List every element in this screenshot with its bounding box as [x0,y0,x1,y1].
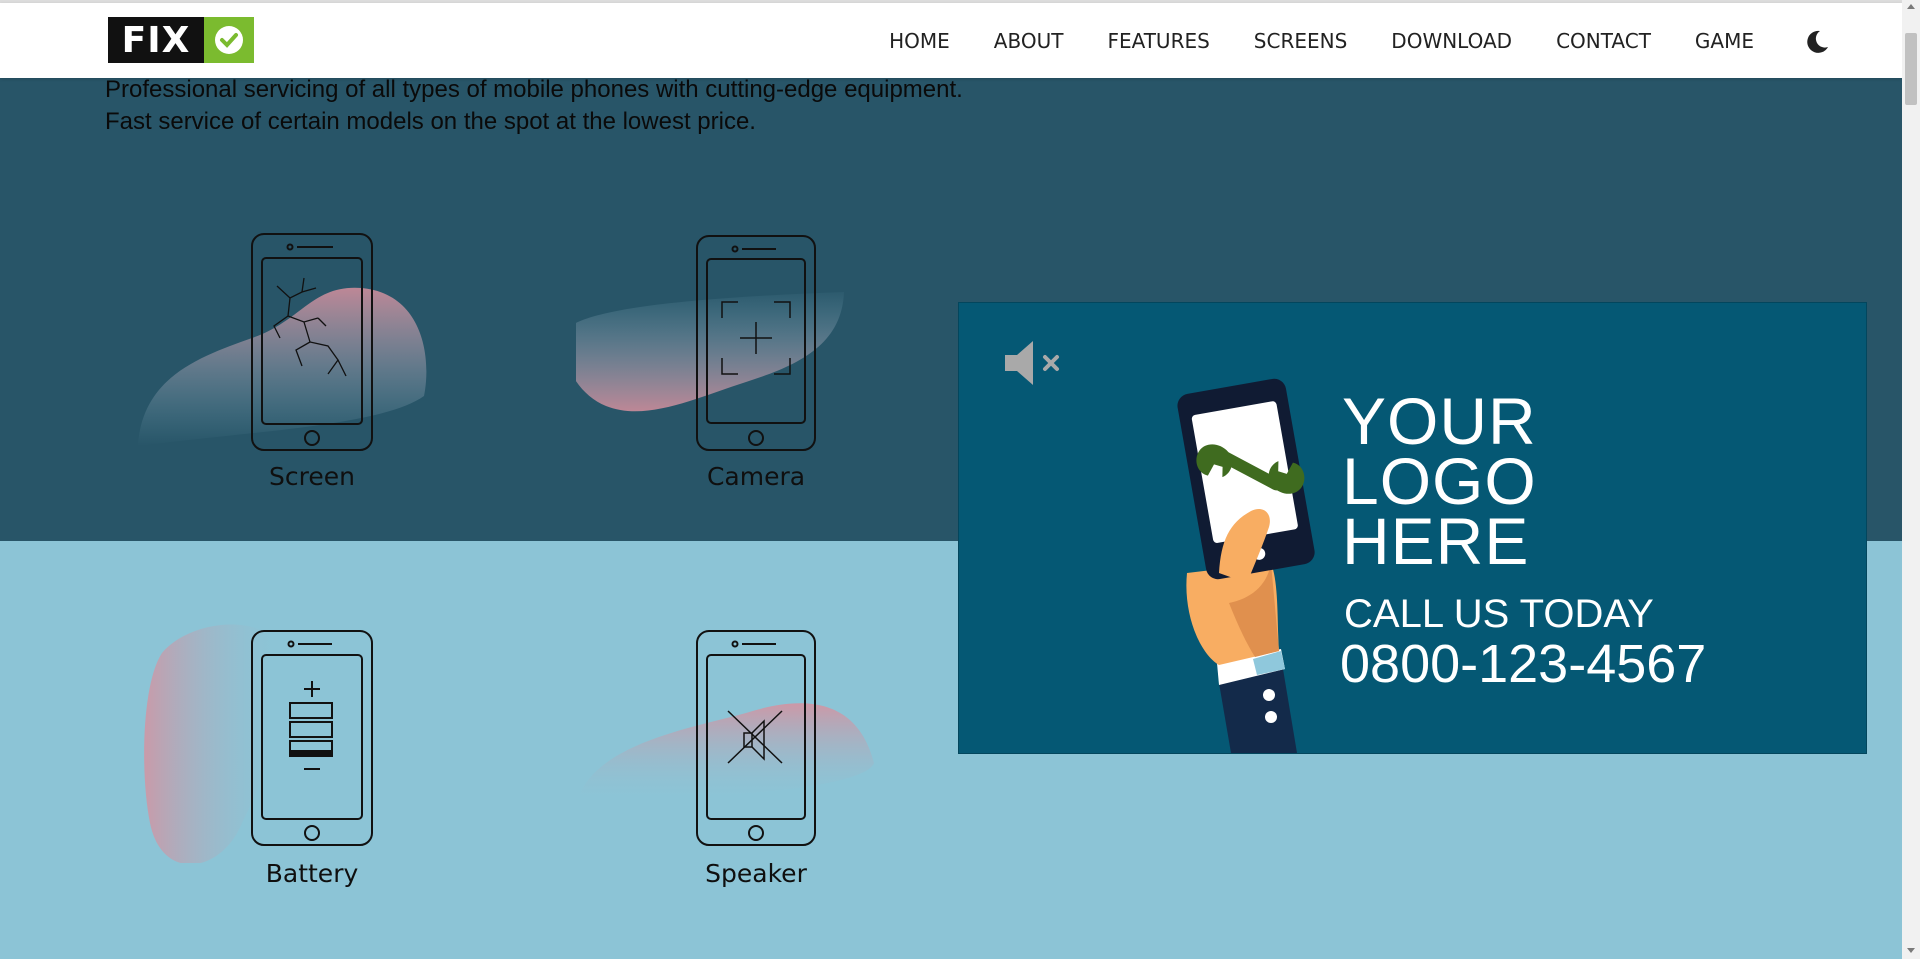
scroll-up-arrow-icon[interactable] [1907,4,1915,9]
service-label-screen: Screen [269,462,355,491]
nav-download[interactable]: DOWNLOAD [1391,29,1512,53]
nav-screens[interactable]: SCREENS [1254,29,1348,53]
service-camera[interactable]: Camera [576,226,936,526]
nav-home[interactable]: HOME [889,29,950,53]
intro-line-2: Fast service of certain models on the sp… [105,108,756,135]
ad-call-text: CALL US TODAY [1344,592,1654,636]
ad-phone-number[interactable]: 0800-123-4567 [1340,633,1706,695]
intro-line-1: Professional servicing of all types of m… [105,76,963,103]
brand-logo-text: FIX [108,17,204,63]
scroll-down-arrow-icon[interactable] [1907,948,1915,953]
video-ad[interactable]: YOUR LOGO HERE CALL US TODAY 0800-123-45… [959,303,1866,753]
volume-muted-icon[interactable] [1001,333,1071,393]
service-label-speaker: Speaker [705,859,807,888]
moon-icon[interactable] [1803,28,1831,56]
brand-logo[interactable]: FIX [108,17,254,63]
ad-logo-line-3: HERE [1342,504,1530,578]
page-scrollbar[interactable] [1902,0,1920,959]
intro-text: Professional servicing of all types of m… [105,74,963,138]
main-nav: HOME ABOUT FEATURES SCREENS DOWNLOAD CON… [889,3,1754,78]
checkmark-icon [204,17,254,63]
ad-logo-line-1: YOUR [1342,384,1537,458]
service-screen[interactable]: Screen [132,226,492,526]
nav-about[interactable]: ABOUT [994,29,1064,53]
service-label-battery: Battery [265,859,359,888]
service-label-camera: Camera [706,462,806,491]
ad-logo-line-2: LOGO [1342,444,1537,518]
navbar: FIX HOME ABOUT FEATURES SCREENS DOWNLOAD… [0,3,1902,78]
nav-game[interactable]: GAME [1695,29,1754,53]
hand-phone-wrench-illustration [1177,378,1315,753]
ad-logo-placeholder: YOUR LOGO HERE [1342,384,1537,578]
scroll-thumb[interactable] [1905,33,1917,105]
decorative-blob [576,292,844,412]
service-battery[interactable]: Battery [132,623,492,923]
nav-contact[interactable]: CONTACT [1556,29,1651,53]
decorative-blob [138,287,427,446]
nav-features[interactable]: FEATURES [1107,29,1209,53]
decorative-blob [578,703,874,802]
service-speaker[interactable]: Speaker [576,623,936,923]
